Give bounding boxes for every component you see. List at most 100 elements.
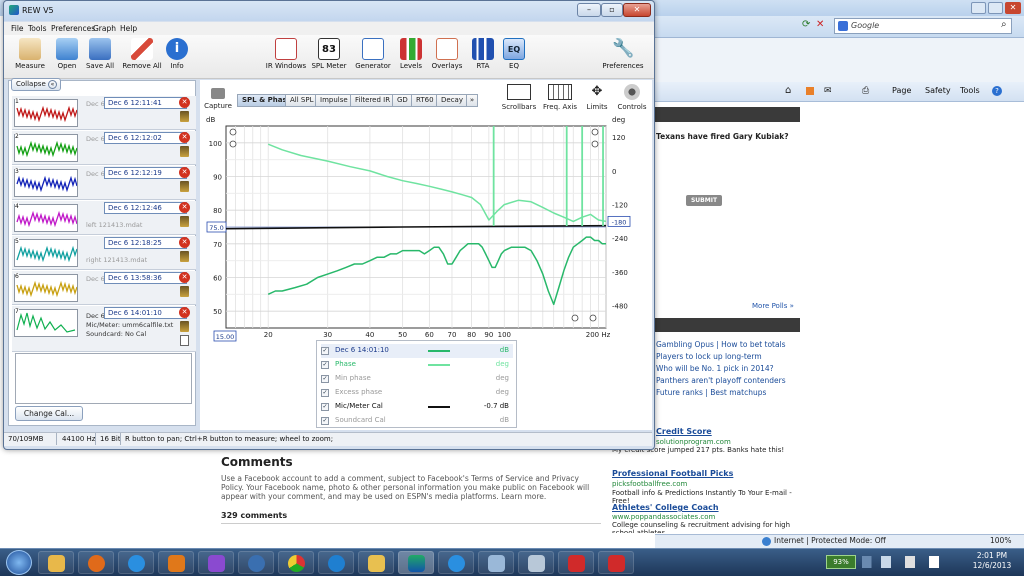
menu-graph[interactable]: Graph — [93, 24, 116, 33]
close-button[interactable]: ✕ — [623, 3, 651, 17]
legend-checkbox[interactable]: ✓ — [321, 361, 329, 369]
legend-checkbox[interactable]: ✓ — [321, 375, 329, 383]
delete-measurement-icon[interactable]: ✕ — [179, 132, 190, 143]
tab-rt60[interactable]: RT60 — [411, 94, 439, 107]
start-button[interactable] — [6, 550, 32, 575]
measurement-name-field[interactable]: Dec 6 14:01:10 — [104, 307, 187, 319]
measurement-item[interactable]: 4 left 121413.mdat Dec 6 12:12:46 ✕ — [12, 201, 196, 235]
tab-all-spl[interactable]: All SPL — [285, 94, 319, 107]
maximize-button[interactable]: ▫ — [601, 3, 623, 17]
help-icon[interactable]: ? — [992, 86, 1002, 96]
legend-row[interactable]: ✓ Min phase deg — [321, 372, 513, 386]
freq-axis-button[interactable]: Freq. Axis — [539, 84, 581, 111]
legend-checkbox[interactable]: ✓ — [321, 389, 329, 397]
measurement-item[interactable]: 5 right 121413.mdat Dec 6 12:18:25 ✕ — [12, 236, 196, 270]
taskbar-window2[interactable] — [518, 551, 554, 574]
ir-windows-button[interactable]: IR Windows — [263, 38, 309, 70]
legend-row[interactable]: ✓ Phase deg — [321, 358, 513, 372]
search-icon[interactable]: ⌕ — [1001, 19, 1007, 30]
taskbar-window[interactable] — [478, 551, 514, 574]
page-menu[interactable]: Page — [892, 86, 911, 95]
zoom-level[interactable]: 100% — [990, 536, 1011, 545]
notes-textarea[interactable] — [15, 353, 192, 404]
print-icon[interactable]: ⎙ — [862, 86, 869, 96]
taskbar-rew[interactable] — [398, 551, 434, 574]
measurement-item-selected[interactable]: 7 Dec 6, 2013 2:01:10 PM Mic/Meter: umm6… — [12, 306, 196, 352]
change-cal-button[interactable]: Change Cal... — [15, 406, 83, 421]
tabs-more-button[interactable]: » — [466, 94, 478, 107]
taskbar-media[interactable] — [158, 551, 194, 574]
legend-row[interactable]: ✓ Excess phase deg — [321, 386, 513, 400]
preferences-button[interactable]: 🔧 Preferences — [600, 38, 646, 70]
taskbar-firefox[interactable] — [78, 551, 114, 574]
legend-checkbox[interactable]: ✓ — [321, 347, 329, 355]
taskbar-pdf[interactable] — [558, 551, 594, 574]
tab-decay[interactable]: Decay — [436, 94, 468, 107]
legend-row[interactable]: ✓ Mic/Meter Cal -0.7 dB — [321, 400, 513, 414]
measurement-name-field[interactable]: Dec 6 12:11:41 — [104, 97, 187, 109]
taskbar-pdf2[interactable] — [598, 551, 634, 574]
refresh-icon[interactable]: ⟳ — [802, 19, 810, 30]
tools-menu[interactable]: Tools — [960, 86, 980, 95]
taskbar-explorer[interactable] — [38, 551, 74, 574]
news-link[interactable]: Players to lock up long-term — [656, 352, 762, 361]
taskbar-ie[interactable] — [118, 551, 154, 574]
legend-row[interactable]: ✓ Dec 6 14:01:10 dB — [321, 344, 513, 358]
taskbar-clock[interactable]: 2:01 PM 12/6/2013 — [964, 551, 1020, 571]
ad-title[interactable]: Credit Score — [656, 427, 712, 436]
tab-filtered-ir[interactable]: Filtered IR — [350, 94, 396, 107]
tab-gd[interactable]: GD — [392, 94, 413, 107]
notes-icon[interactable] — [180, 335, 189, 346]
browser-search-input[interactable]: Google — [834, 18, 1012, 34]
zoom-icon[interactable] — [591, 140, 599, 148]
measurement-item[interactable]: 1Dec 6, 2013 12:11:41 PMDec 6 12:11:41✕ — [12, 96, 196, 130]
delete-measurement-icon[interactable]: ✕ — [179, 307, 190, 318]
ad-title[interactable]: Professional Football Picks — [612, 469, 733, 478]
browser-minimize-icon[interactable] — [971, 2, 986, 14]
comments-count[interactable]: 329 comments — [221, 511, 287, 520]
safety-menu[interactable]: Safety — [925, 86, 951, 95]
spl-meter-button[interactable]: 83 SPL Meter — [306, 38, 352, 70]
taskbar-thunderbird[interactable] — [238, 551, 274, 574]
taskbar-app2[interactable] — [318, 551, 354, 574]
news-link[interactable]: Who will be No. 1 pick in 2014? — [656, 364, 774, 373]
browser-maximize-icon[interactable] — [988, 2, 1003, 14]
taskbar-app[interactable] — [198, 551, 234, 574]
delete-measurement-icon[interactable]: ✕ — [179, 237, 190, 248]
ad-title[interactable]: Athletes' College Coach — [612, 503, 719, 512]
menu-tools[interactable]: Tools — [28, 24, 46, 33]
legend-checkbox[interactable]: ✓ — [321, 417, 329, 425]
measurement-item[interactable]: 6Dec 6, 2013 1:58:36 PMDec 6 13:58:36✕ — [12, 271, 196, 305]
menu-file[interactable]: File — [11, 24, 24, 33]
measurement-name-field[interactable]: Dec 6 13:58:36 — [104, 272, 187, 284]
scrollbars-button[interactable]: Scrollbars — [498, 84, 540, 111]
tab-impulse[interactable]: Impulse — [315, 94, 353, 107]
ad-url[interactable]: solutionprogram.com — [656, 438, 731, 446]
measurement-item[interactable]: 3Dec 6, 2013 12:12:19 PMDec 6 12:12:19✕ — [12, 166, 196, 200]
zoom-icon[interactable] — [571, 314, 579, 322]
measurement-name-field[interactable]: Dec 6 12:18:25 — [104, 237, 187, 249]
news-link[interactable]: Panthers aren't playoff contenders — [656, 376, 786, 385]
delete-measurement-icon[interactable]: ✕ — [179, 202, 190, 213]
legend-checkbox[interactable]: ✓ — [321, 403, 329, 411]
delete-measurement-icon[interactable]: ✕ — [179, 97, 190, 108]
stop-icon[interactable]: ✕ — [816, 19, 824, 30]
feed-icon[interactable] — [806, 87, 814, 95]
delete-measurement-icon[interactable]: ✕ — [179, 272, 190, 283]
tray-icons[interactable] — [862, 556, 958, 568]
spl-phase-chart[interactable]: 100 90 80 70 60 50 dB 120 0 -120 -240 -360 -480 deg 20… — [204, 114, 640, 342]
home-icon[interactable]: ⌂ — [785, 85, 791, 96]
more-polls-link[interactable]: More Polls » — [752, 302, 794, 310]
legend-row[interactable]: ✓ Soundcard Cal dB — [321, 414, 513, 428]
taskbar-chrome[interactable] — [278, 551, 314, 574]
measurement-item[interactable]: 2Dec 6, 2013 12:12:02 PMDec 6 12:12:02✕ — [12, 131, 196, 165]
controls-button[interactable]: Controls — [611, 84, 653, 111]
info-button[interactable]: i Info — [154, 38, 200, 70]
news-link[interactable]: Future ranks | Best matchups — [656, 388, 766, 397]
menu-preferences[interactable]: Preferences — [51, 24, 95, 33]
measurement-name-field[interactable]: Dec 6 12:12:46 — [104, 202, 187, 214]
taskbar-outlook[interactable] — [358, 551, 394, 574]
zoom-icon[interactable] — [589, 314, 597, 322]
capture-button[interactable]: Capture — [204, 88, 232, 110]
zoom-icon[interactable] — [229, 140, 237, 148]
